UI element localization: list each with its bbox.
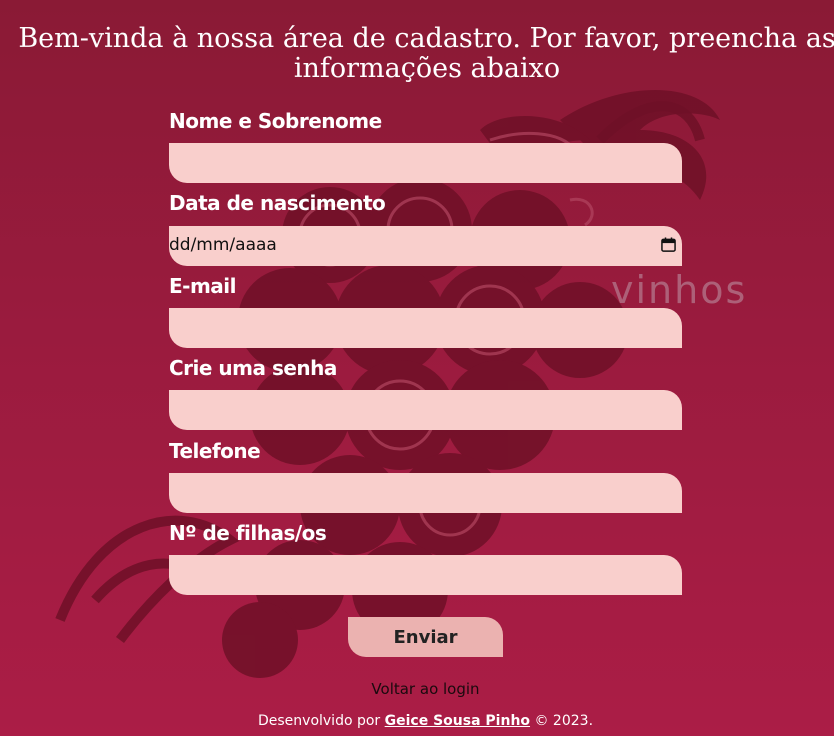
submit-button[interactable]: Enviar — [348, 617, 503, 657]
birthdate-label: Data de nascimento — [169, 191, 386, 215]
email-input[interactable] — [169, 308, 682, 348]
back-to-login-link[interactable]: Voltar ao login — [0, 680, 834, 698]
children-count-label: Nº de filhas/os — [169, 521, 327, 545]
password-input[interactable] — [169, 390, 682, 430]
footer: Desenvolvido por Geice Sousa Pinho © 202… — [0, 713, 834, 729]
calendar-icon[interactable] — [661, 237, 676, 252]
footer-copyright: © 2023. — [534, 713, 594, 729]
children-count-input[interactable] — [169, 555, 682, 595]
birthdate-placeholder: dd/mm/aaaa — [169, 235, 277, 255]
footer-prefix: Desenvolvido por — [257, 713, 381, 729]
name-input[interactable] — [169, 143, 682, 183]
page-title: Bem-vinda à nossa área de cadastro. Por … — [18, 23, 834, 84]
footer-author-link[interactable]: Geice Sousa Pinho — [385, 713, 530, 729]
phone-label: Telefone — [169, 439, 261, 463]
birthdate-input[interactable]: dd/mm/aaaa — [169, 226, 682, 266]
email-label: E-mail — [169, 274, 237, 298]
name-label: Nome e Sobrenome — [169, 109, 382, 133]
password-label: Crie uma senha — [169, 356, 337, 380]
signup-page: Bem-vinda à nossa área de cadastro. Por … — [0, 0, 834, 736]
phone-input[interactable] — [169, 473, 682, 513]
